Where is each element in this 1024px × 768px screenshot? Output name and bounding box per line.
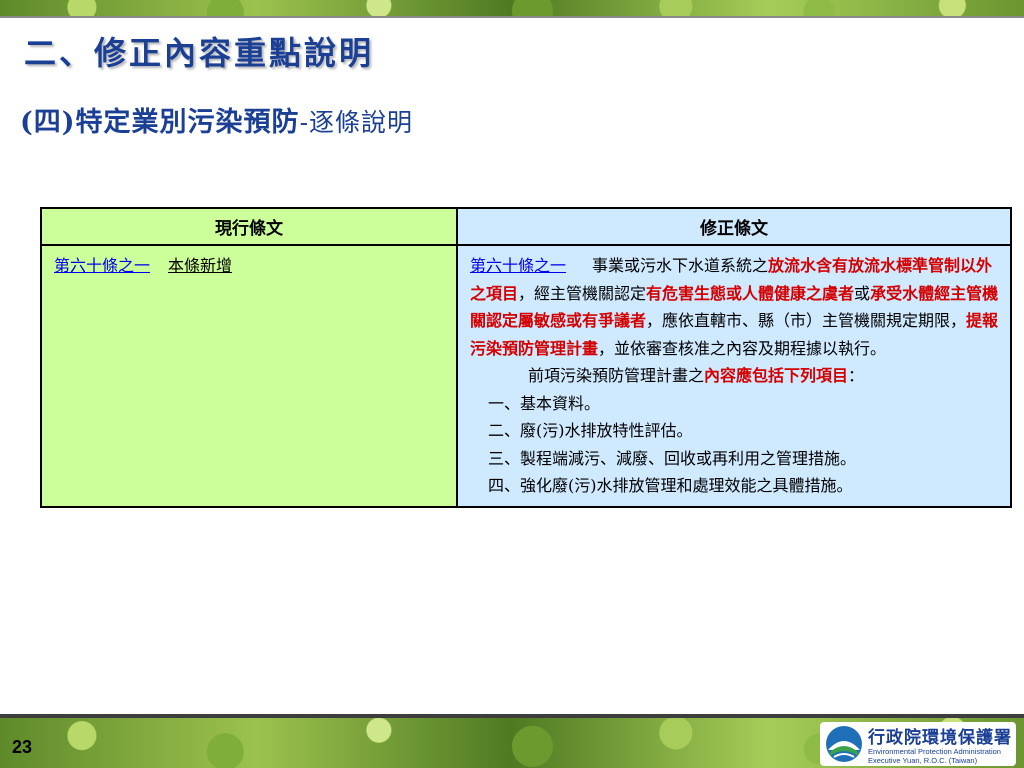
slide-subtitle: (四)特定業別污染預防-逐條說明: [20, 100, 413, 139]
p1-text-run: ，並依審查核准之內容及期程據以執行。: [598, 338, 887, 358]
epa-logo-icon: [826, 726, 862, 762]
page-number: 23: [12, 737, 33, 757]
header-current: 現行條文: [40, 207, 458, 246]
org-name-zh: 行政院環境保護署: [868, 728, 1012, 748]
current-article-link[interactable]: 第六十條之一: [54, 256, 150, 275]
subtitle-main: (四)特定業別污染預防: [20, 107, 300, 138]
cell-revised: 第六十條之一 事業或污水下水道系統之放流水含有放流水標準管制以外之項目，經主管機關…: [456, 244, 1012, 508]
subtitle-suffix: -逐條說明: [299, 108, 414, 137]
table-row: 第六十條之一 本條新增 第六十條之一 事業或污水下水道系統之放流水含有放流水標準管制…: [40, 244, 1012, 508]
list-item: 三、製程端減污、減廢、回收或再利用之管理措施。: [488, 448, 857, 468]
header-revised: 修正條文: [456, 207, 1012, 246]
revised-paragraph-1: 第六十條之一 事業或污水下水道系統之放流水含有放流水標準管制以外之項目，經主管機關…: [470, 252, 1002, 362]
leaf-banner-top: [0, 0, 1024, 18]
current-note: 本條新增: [168, 256, 233, 275]
list-item: 二、廢(污)水排放特性評估。: [488, 421, 693, 440]
p1-text-run: 或: [854, 283, 871, 303]
comparison-table: 現行條文 修正條文 第六十條之一 本條新增 第六十條之一 事業或污水下水道系統之放流…: [40, 207, 1012, 508]
org-logo-block: 行政院環境保護署 Environmental Protection Admini…: [820, 722, 1016, 766]
p2-tail: ：: [848, 366, 865, 385]
p1-text-run: ，應依直轄市、縣（市）主管機關規定期限，: [646, 311, 967, 330]
p2-lead: 前項污染預防管理計畫之: [528, 366, 705, 385]
table-header-row: 現行條文 修正條文: [40, 207, 1012, 246]
cell-current: 第六十條之一 本條新增: [40, 244, 458, 508]
p1-text-run: ，經主管機關認定: [518, 283, 647, 303]
org-name-en-2: Executive Yuan, R.O.C. (Taiwan): [868, 756, 978, 765]
p1-emphasis-run: 有危害生態或人體健康之虞者: [646, 283, 855, 303]
list-item: 四、強化廢(污)水排放管理和處理效能之具體措施。: [488, 476, 853, 495]
org-name-en-1: Environmental Protection Administration: [868, 747, 1001, 756]
slide-title: 二、修正內容重點說明: [24, 34, 375, 72]
revised-article-link[interactable]: 第六十條之一: [470, 256, 566, 275]
p2-emphasis: 內容應包括下列項目: [704, 366, 849, 385]
p1-text-run: 事業或污水下水道系統之: [592, 256, 769, 275]
list-item: 一、基本資料。: [488, 393, 601, 413]
revised-paragraph-2: 前項污染預防管理計畫之內容應包括下列項目：: [470, 362, 1002, 390]
